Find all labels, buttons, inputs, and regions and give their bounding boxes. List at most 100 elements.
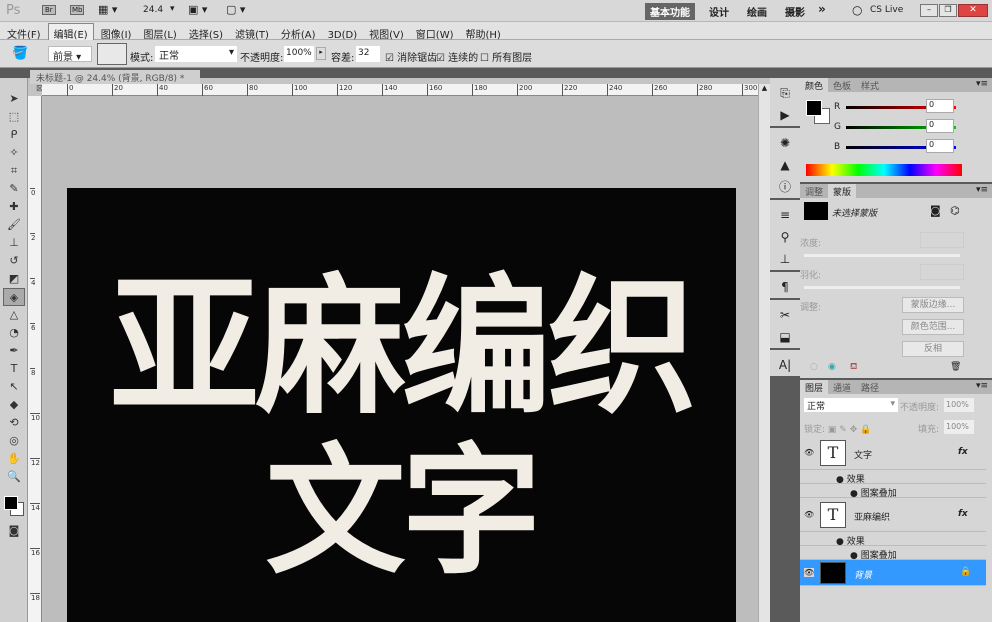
add-pixel-mask-icon[interactable]: ◙ [930, 204, 941, 217]
zoom-tool-icon[interactable]: 🔍 [3, 468, 25, 486]
panel-menu-icon[interactable]: ▾≡ [976, 79, 988, 89]
all-layers-checkbox[interactable]: ☐ 所有图层 [480, 49, 532, 64]
mini-bridge-button[interactable]: Mb [70, 5, 84, 15]
3d-rotate-tool-icon[interactable]: ⟲ [3, 414, 25, 432]
fill-input[interactable]: 100% [944, 420, 974, 434]
visibility-eye-icon[interactable]: 👁 [804, 510, 814, 519]
load-selection-icon[interactable]: ○ [810, 362, 818, 372]
clone-stamp-tool-icon[interactable]: ⊥ [3, 234, 25, 252]
effects-row[interactable]: ● 效果 [800, 532, 986, 546]
document-tab[interactable]: 未标题-1 @ 24.4% (背景, RGB/8) * ⊠ [30, 70, 200, 84]
extras-icon[interactable]: ▦ ▾ [98, 3, 117, 16]
blue-value[interactable]: 0 [926, 139, 954, 153]
navigator-icon[interactable]: ✺ [770, 132, 800, 154]
visibility-icon[interactable]: ◉ [828, 362, 836, 372]
restore-button[interactable]: ❐ [939, 4, 957, 17]
density-slider[interactable] [804, 254, 960, 257]
effect-row[interactable]: ● 图案叠加 [800, 546, 986, 560]
tolerance-input[interactable]: 32 [356, 46, 380, 62]
layers-panel-menu-icon[interactable]: ▾≡ [976, 381, 988, 391]
eyedropper-tool-icon[interactable]: ✎ [3, 180, 25, 198]
brush-presets-icon[interactable]: ≡ [770, 204, 800, 226]
close-button[interactable]: ✕ [958, 4, 988, 17]
color-spectrum-bar[interactable] [806, 164, 962, 176]
color-range-button[interactable]: 颜色范围... [902, 319, 964, 335]
green-value[interactable]: 0 [926, 119, 954, 133]
tab-swatches[interactable]: 色板 [828, 78, 856, 93]
blend-mode-select[interactable]: 正常▾ [804, 398, 898, 412]
healing-brush-tool-icon[interactable]: ✚ [3, 198, 25, 216]
eraser-tool-icon[interactable]: ◩ [3, 270, 25, 288]
history-icon[interactable]: ⎘ [770, 82, 800, 104]
zoom-dropdown-icon[interactable]: ▾ [170, 4, 175, 14]
layer-row[interactable]: 👁 T 亚麻编织 fx [800, 498, 986, 532]
character-icon[interactable]: A| [770, 354, 800, 376]
workspace-photography[interactable]: 摄影 [785, 4, 805, 19]
visibility-eye-icon[interactable]: 👁 [804, 448, 814, 457]
feather-input[interactable] [920, 264, 964, 280]
tab-styles[interactable]: 样式 [856, 78, 884, 93]
shape-tool-icon[interactable]: ◆ [3, 396, 25, 414]
paragraph-icon[interactable]: ¶ [770, 276, 800, 298]
clone-source-icon[interactable]: ⊥ [770, 248, 800, 270]
type-tool-icon[interactable]: T [3, 360, 25, 378]
blur-tool-icon[interactable]: △ [3, 306, 25, 324]
lock-icons[interactable]: ▣ ✎ ✥ 🔒 [828, 425, 871, 435]
tab-color[interactable]: 颜色 [800, 78, 828, 93]
fill-source-select[interactable]: 前景 ▾ [48, 46, 92, 62]
histogram-icon[interactable]: ▲ [770, 154, 800, 176]
hand-tool-icon[interactable]: ✋ [3, 450, 25, 468]
workspace-design[interactable]: 设计 [709, 4, 729, 19]
effects-row[interactable]: ● 效果 [800, 470, 986, 484]
actions-icon[interactable]: ▶ [770, 104, 800, 126]
antialias-checkbox[interactable]: ☑ 消除锯齿 [385, 49, 437, 64]
pen-tool-icon[interactable]: ✒ [3, 342, 25, 360]
tab-paths[interactable]: 路径 [856, 380, 884, 395]
workspace-essentials[interactable]: 基本功能 [645, 3, 695, 20]
red-value[interactable]: 0 [926, 99, 954, 113]
screen-mode-icon[interactable]: ▢ ▾ [226, 3, 245, 16]
path-selection-tool-icon[interactable]: ↖ [3, 378, 25, 396]
brush-tool-icon[interactable]: 🖌 [3, 216, 25, 234]
info-icon[interactable]: ⓘ [770, 176, 800, 198]
apply-mask-icon[interactable]: ⛾ [850, 362, 857, 373]
vertical-scrollbar[interactable]: ▲ [758, 84, 770, 622]
tab-masks[interactable]: 蒙版 [828, 184, 856, 199]
more-workspaces-button[interactable]: » [818, 2, 826, 16]
opacity-slider-button[interactable]: ▸ [316, 47, 326, 60]
paint-bucket-tool-icon[interactable]: ◈ [3, 288, 25, 306]
invert-button[interactable]: 反相 [902, 341, 964, 357]
layer-row-selected[interactable]: 👁 背景 🔒 [800, 560, 986, 586]
brushes-icon[interactable]: ⚲ [770, 226, 800, 248]
color-foreground-swatch[interactable] [806, 100, 822, 116]
3d-orbit-tool-icon[interactable]: ◎ [3, 432, 25, 450]
cs-live-button[interactable]: CS Live [870, 5, 903, 15]
tool-presets-icon[interactable]: ✂ [770, 304, 800, 326]
crop-tool-icon[interactable]: ⌗ [3, 162, 25, 180]
masks-panel-menu-icon[interactable]: ▾≡ [976, 185, 988, 195]
bridge-button[interactable]: Br [42, 5, 56, 15]
tab-layers[interactable]: 图层 [800, 380, 828, 395]
lasso-tool-icon[interactable]: ᑭ [3, 126, 25, 144]
layer-row[interactable]: 👁 T 文字 fx [800, 436, 986, 470]
delete-mask-icon[interactable]: 🗑 [950, 362, 961, 372]
minimize-button[interactable]: – [920, 4, 938, 17]
canvas-area[interactable]: 亚麻编织 文字 [42, 96, 758, 622]
density-input[interactable] [920, 232, 964, 248]
feather-slider[interactable] [804, 286, 960, 289]
3d-icon[interactable]: ⬓ [770, 326, 800, 348]
document-canvas[interactable]: 亚麻编织 文字 [67, 188, 736, 622]
visibility-eye-icon[interactable]: 👁 [804, 568, 814, 577]
arrange-documents-icon[interactable]: ▣ ▾ [188, 3, 207, 16]
move-tool-icon[interactable]: ➤ [3, 90, 25, 108]
pattern-picker[interactable] [97, 43, 127, 65]
tab-channels[interactable]: 通道 [828, 380, 856, 395]
fx-icon[interactable]: fx [958, 447, 968, 457]
layer-opacity-input[interactable]: 100% [944, 398, 974, 412]
fx-icon[interactable]: fx [958, 509, 968, 519]
mode-select[interactable]: 正常▾ [155, 46, 237, 62]
zoom-level[interactable]: 24.4 [143, 5, 163, 15]
effect-row[interactable]: ● 图案叠加 [800, 484, 986, 498]
mask-edge-button[interactable]: 蒙版边缘... [902, 297, 964, 313]
paint-bucket-preset-icon[interactable]: 🪣 [12, 46, 28, 61]
